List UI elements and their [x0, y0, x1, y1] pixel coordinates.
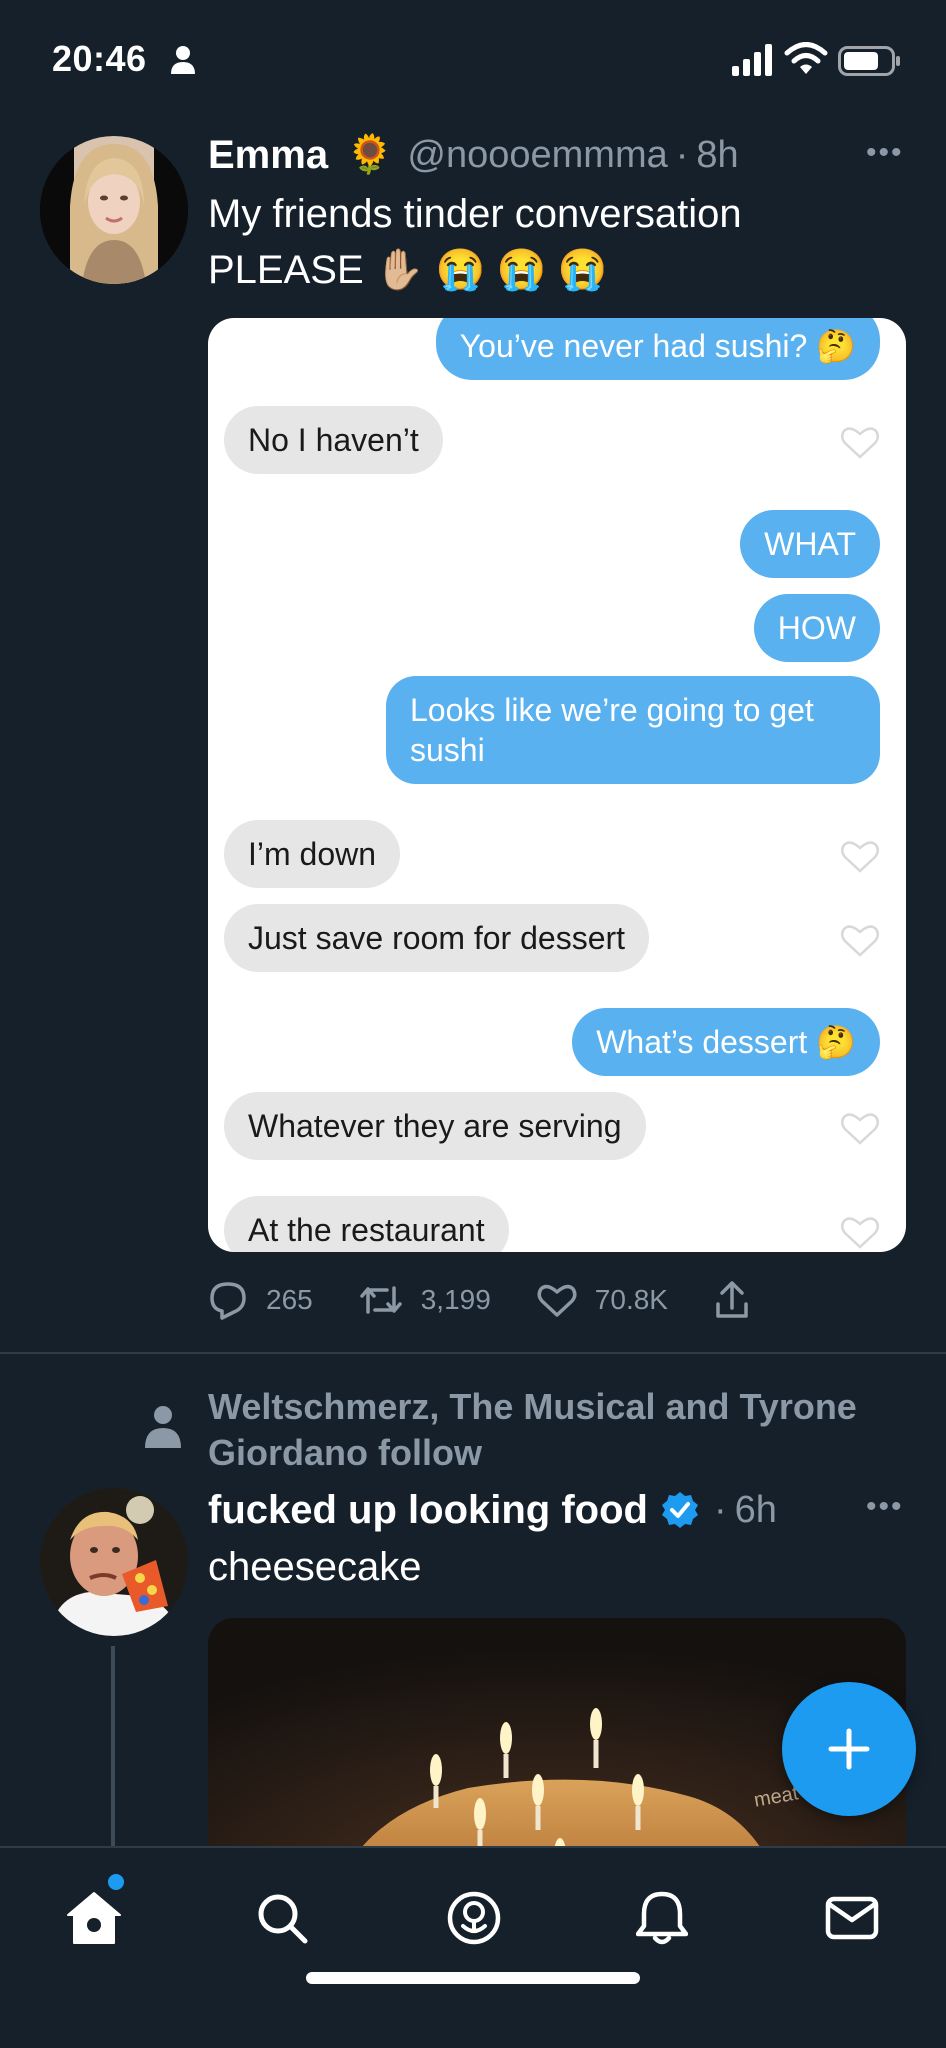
retweet-count: 3,199 [420, 1284, 491, 1315]
retweet-icon [359, 1286, 402, 1314]
nav-search[interactable] [242, 1878, 322, 1958]
home-indicator[interactable] [306, 1972, 640, 1984]
tweet-time[interactable]: 6h [735, 1489, 777, 1532]
chat-bubble-sent: What’s dessert 🤔 [572, 1008, 880, 1076]
search-icon [258, 1894, 308, 1944]
like-button[interactable]: 70.8K [537, 1282, 668, 1318]
separator: · [675, 133, 689, 176]
compose-tweet-button[interactable] [782, 1682, 916, 1816]
notifications-icon [636, 1891, 688, 1945]
share-button[interactable] [714, 1280, 768, 1320]
chat-line: Looks like we’re going to get [410, 692, 814, 728]
new-content-dot [108, 1874, 124, 1890]
heart-outline-icon [841, 925, 879, 957]
messages-icon [825, 1896, 879, 1940]
author-name[interactable]: fucked up looking food [208, 1488, 648, 1533]
tweet-text-word: PLEASE [208, 248, 364, 292]
chat-bubble-sent: You’ve never had sushi? 🤔 [435, 318, 880, 380]
chat-line: sushi [410, 732, 485, 768]
like-count: 70.8K [594, 1284, 668, 1315]
chat-bubble-received: No I haven’t [224, 406, 443, 474]
verified-badge-icon [661, 1492, 698, 1528]
tweet-text-line: My friends tinder conversation [208, 192, 742, 236]
chat-bubble-sent: WHAT [740, 510, 880, 578]
status-bar: 20:46 [0, 0, 946, 120]
tweet-text: cheesecake [208, 1545, 422, 1589]
heart-outline-icon [841, 841, 879, 873]
status-time: 20:46 [52, 38, 147, 79]
heart-icon [537, 1284, 577, 1317]
chat-bubble-sent: HOW [753, 594, 880, 662]
share-icon [716, 1281, 748, 1318]
nav-home[interactable] [54, 1878, 134, 1958]
compose-plus-icon [828, 1728, 870, 1770]
nav-messages[interactable] [812, 1878, 892, 1958]
chat-bubble-received: At the restaurant [224, 1196, 509, 1252]
tweet-divider [0, 1352, 946, 1354]
thread-line [111, 1646, 115, 1846]
more-options-icon[interactable]: ••• [866, 136, 904, 170]
battery-icon [838, 46, 900, 76]
avatar[interactable] [40, 136, 188, 284]
tweet-time[interactable]: 8h [696, 134, 738, 177]
avatar[interactable] [40, 1488, 188, 1636]
tweet-emojis: ✋🏼 😭 😭 😭 [374, 248, 608, 292]
chat-bubble-sent: Looks like we’re going to get sushi [386, 676, 880, 784]
home-icon [67, 1892, 121, 1944]
heart-outline-icon [841, 1217, 879, 1249]
nav-notifications[interactable] [622, 1878, 702, 1958]
separator: · [713, 1488, 727, 1531]
reply-count: 265 [266, 1284, 313, 1315]
tweet-header: Emma 🌻 @noooemmma · 8h [208, 130, 739, 180]
tweet-image-chat-screenshot[interactable]: You’ve never had sushi? 🤔 No I haven’t W… [208, 318, 906, 1252]
tweet-actions: 265 3,199 70.8K [208, 1276, 814, 1324]
bottom-navigation [0, 1846, 946, 2048]
tweet-text-line: PLEASE ✋🏼 😭 😭 😭 [208, 242, 888, 298]
social-context[interactable]: Weltschmerz, The Musical and Tyrone Gior… [208, 1384, 908, 1476]
chat-bubble-received: I’m down [224, 820, 401, 888]
wifi-icon [784, 42, 828, 74]
tweet-text: My friends tinder conversation PLEASE ✋🏼… [208, 186, 888, 298]
person-icon [171, 46, 195, 74]
author-name[interactable]: Emma [208, 133, 328, 178]
heart-outline-icon [841, 427, 879, 459]
author-handle[interactable]: @noooemmma [407, 134, 667, 177]
spaces-icon [447, 1891, 501, 1945]
reply-icon [210, 1282, 246, 1320]
nav-spaces[interactable] [434, 1878, 514, 1958]
tweet-header: fucked up looking food · 6h [208, 1484, 777, 1536]
more-options-icon[interactable]: ••• [866, 1490, 904, 1524]
person-follow-icon [145, 1406, 181, 1448]
cellular-signal-icon [732, 44, 772, 76]
retweet-button[interactable]: 3,199 [359, 1282, 491, 1318]
chat-bubble-received: Whatever they are serving [224, 1092, 646, 1160]
reply-button[interactable]: 265 [208, 1280, 313, 1320]
heart-outline-icon [841, 1113, 879, 1145]
chat-bubble-received: Just save room for dessert [224, 904, 650, 972]
sunflower-emoji: 🌻 [346, 134, 394, 176]
